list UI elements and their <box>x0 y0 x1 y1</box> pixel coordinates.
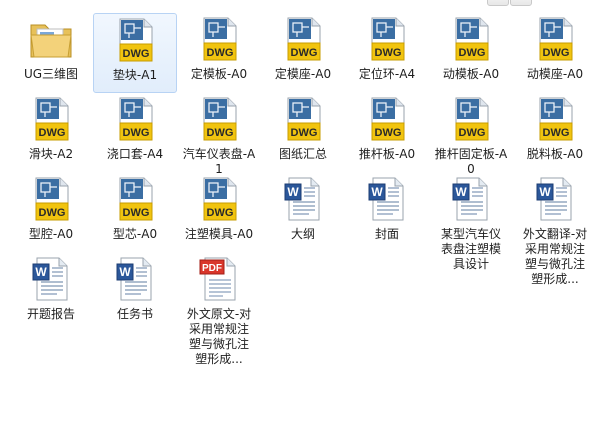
file-name-label: 某型汽车仪表盘注塑模具设计 <box>440 227 501 271</box>
file-name-label: 注塑模具-A0 <box>184 227 254 241</box>
folder-icon <box>27 15 75 63</box>
svg-text:DWG: DWG <box>291 127 318 139</box>
dwg-file-icon: DWG <box>27 175 75 223</box>
word-document-icon: W <box>447 175 495 223</box>
file-name-label: 定模板-A0 <box>190 67 248 81</box>
svg-text:DWG: DWG <box>459 47 486 59</box>
word-document-icon: W <box>27 255 75 303</box>
svg-text:DWG: DWG <box>207 207 234 219</box>
minimize-button[interactable] <box>487 0 509 6</box>
file-name-label: 大纲 <box>290 227 315 241</box>
svg-text:DWG: DWG <box>39 127 66 139</box>
dwg-file-icon: DWG <box>531 15 579 63</box>
file-item[interactable]: DWG 图纸汇总 <box>261 93 345 173</box>
svg-text:DWG: DWG <box>543 47 570 59</box>
file-item[interactable]: DWG 推杆固定板-A0 <box>429 93 513 176</box>
word-document-icon: W <box>111 255 159 303</box>
svg-text:W: W <box>371 185 383 199</box>
svg-text:W: W <box>287 185 299 199</box>
dwg-file-icon: DWG <box>447 15 495 63</box>
file-name-label: 外文原文-对采用常规注塑与微孔注塑形成... <box>186 307 252 366</box>
file-name-label: 定模座-A0 <box>274 67 332 81</box>
file-name-label: 型芯-A0 <box>112 227 158 241</box>
file-item[interactable]: W 大纲 <box>261 173 345 253</box>
file-name-label: 脱料板-A0 <box>526 147 584 161</box>
svg-text:DWG: DWG <box>543 127 570 139</box>
dwg-file-icon: DWG <box>111 175 159 223</box>
file-item[interactable]: DWG 动模板-A0 <box>429 13 513 93</box>
svg-text:W: W <box>119 265 131 279</box>
dwg-file-icon: DWG <box>279 15 327 63</box>
word-document-icon: W <box>279 175 327 223</box>
file-grid: UG三维图 DWG 垫块-A1 DWG 定模板-A0 DWG 定模座-A0 DW… <box>9 13 604 423</box>
dwg-file-icon: DWG <box>195 15 243 63</box>
file-item[interactable]: DWG 垫块-A1 <box>93 13 177 93</box>
dwg-file-icon: DWG <box>447 95 495 143</box>
file-item[interactable]: DWG 型芯-A0 <box>93 173 177 253</box>
file-name-label: 浇口套-A4 <box>106 147 164 161</box>
dwg-file-icon: DWG <box>363 95 411 143</box>
file-name-label: 动模座-A0 <box>526 67 584 81</box>
svg-text:W: W <box>455 185 467 199</box>
dwg-file-icon: DWG <box>111 95 159 143</box>
dwg-file-icon: DWG <box>279 95 327 143</box>
file-name-label: 封面 <box>374 227 399 241</box>
file-item[interactable]: W 某型汽车仪表盘注塑模具设计 <box>429 173 513 333</box>
file-item[interactable]: PDF 外文原文-对采用常规注塑与微孔注塑形成... <box>177 253 261 413</box>
file-name-label: 动模板-A0 <box>442 67 500 81</box>
file-name-label: 推杆板-A0 <box>358 147 416 161</box>
svg-text:DWG: DWG <box>123 127 150 139</box>
svg-text:DWG: DWG <box>207 47 234 59</box>
file-name-label: 滑块-A2 <box>28 147 74 161</box>
dwg-file-icon: DWG <box>363 15 411 63</box>
file-name-label: 外文翻译-对采用常规注塑与微孔注塑形成... <box>522 227 588 286</box>
file-name-label: 开题报告 <box>26 307 75 321</box>
file-item[interactable]: DWG 滑块-A2 <box>9 93 93 173</box>
svg-text:W: W <box>539 185 551 199</box>
file-item[interactable]: UG三维图 <box>9 13 93 93</box>
file-name-label: 定位环-A4 <box>358 67 416 81</box>
pdf-document-icon: PDF <box>195 255 243 303</box>
file-name-label: 任务书 <box>116 307 153 321</box>
file-item[interactable]: DWG 型腔-A0 <box>9 173 93 253</box>
file-item[interactable]: W 封面 <box>345 173 429 253</box>
svg-text:DWG: DWG <box>459 127 486 139</box>
svg-text:DWG: DWG <box>375 127 402 139</box>
word-document-icon: W <box>531 175 579 223</box>
file-item[interactable]: DWG 推杆板-A0 <box>345 93 429 173</box>
svg-text:DWG: DWG <box>123 48 150 60</box>
dwg-file-icon: DWG <box>27 95 75 143</box>
svg-text:DWG: DWG <box>375 47 402 59</box>
file-item[interactable]: DWG 定模座-A0 <box>261 13 345 93</box>
file-name-label: 图纸汇总 <box>278 147 327 161</box>
svg-text:DWG: DWG <box>39 207 66 219</box>
file-name-label: UG三维图 <box>23 67 79 81</box>
svg-text:PDF: PDF <box>202 263 222 274</box>
file-item[interactable]: W 外文翻译-对采用常规注塑与微孔注塑形成... <box>513 173 597 333</box>
dwg-file-icon: DWG <box>531 95 579 143</box>
file-item[interactable]: DWG 脱料板-A0 <box>513 93 597 173</box>
file-item[interactable]: DWG 浇口套-A4 <box>93 93 177 173</box>
file-item[interactable]: DWG 动模座-A0 <box>513 13 597 93</box>
svg-text:W: W <box>35 265 47 279</box>
file-item[interactable]: W 任务书 <box>93 253 177 333</box>
dwg-file-icon: DWG <box>195 95 243 143</box>
file-item[interactable]: DWG 注塑模具-A0 <box>177 173 261 253</box>
svg-text:DWG: DWG <box>123 207 150 219</box>
file-item[interactable]: DWG 定模板-A0 <box>177 13 261 93</box>
dwg-file-icon: DWG <box>111 16 159 64</box>
file-item[interactable]: W 开题报告 <box>9 253 93 333</box>
file-item[interactable]: DWG 汽车仪表盘-A1 <box>177 93 261 176</box>
svg-text:DWG: DWG <box>207 127 234 139</box>
maximize-button[interactable] <box>510 0 532 6</box>
svg-text:DWG: DWG <box>291 47 318 59</box>
window-top-strip <box>0 0 604 8</box>
file-name-label: 垫块-A1 <box>112 68 158 82</box>
word-document-icon: W <box>363 175 411 223</box>
dwg-file-icon: DWG <box>195 175 243 223</box>
file-name-label: 型腔-A0 <box>28 227 74 241</box>
file-item[interactable]: DWG 定位环-A4 <box>345 13 429 93</box>
